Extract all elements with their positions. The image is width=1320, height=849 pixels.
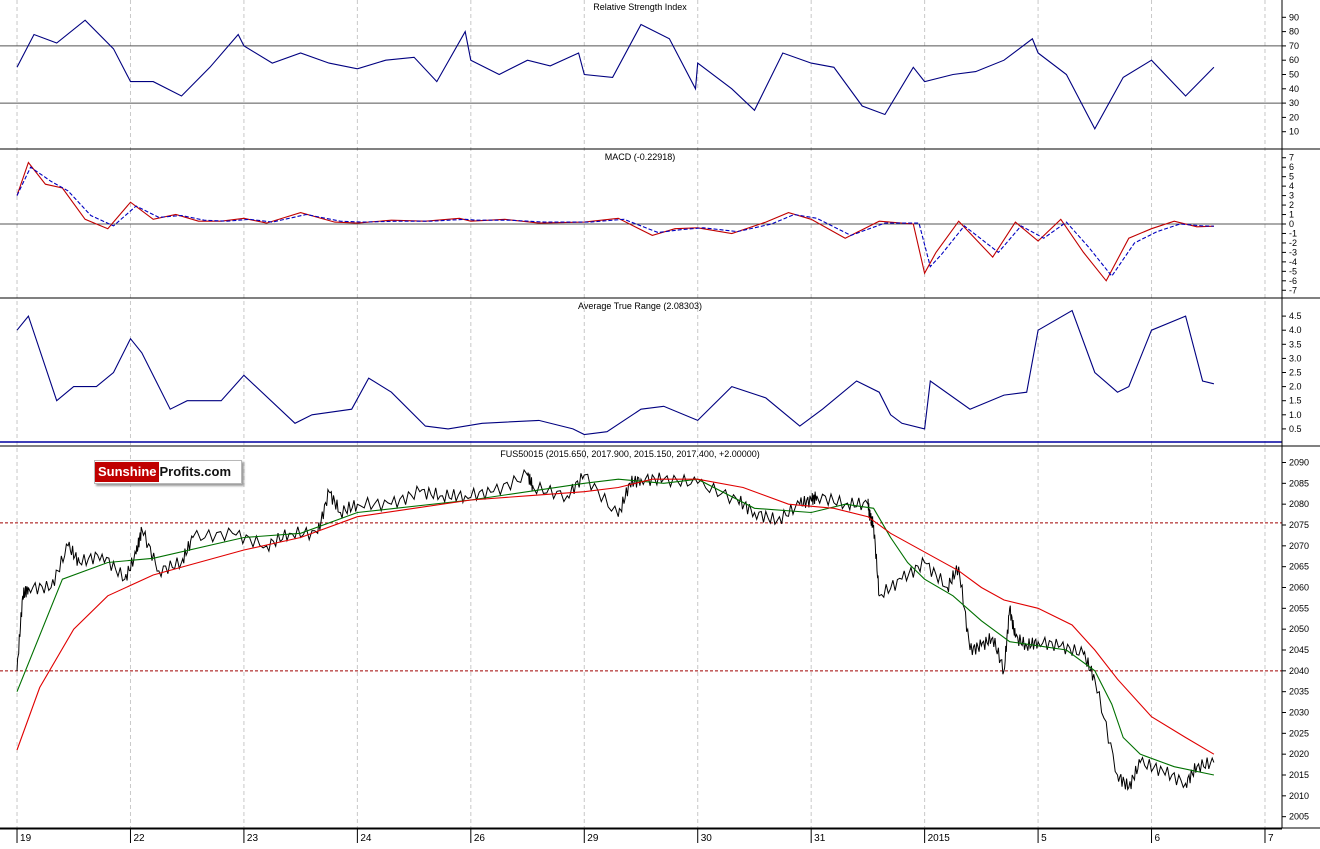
y-tick-label: 50: [1289, 70, 1299, 80]
y-tick-label: 3.0: [1289, 353, 1302, 363]
series-line-s0: [16, 309, 1215, 436]
pane-title: FUS50015 (2015.650, 2017.900, 2015.150, …: [500, 449, 759, 459]
series-line-short-average: [16, 478, 1215, 776]
y-tick-label: 2075: [1289, 520, 1309, 530]
series-line-long-average: [16, 478, 1215, 755]
chart-svg: 102030405060708090Relative Strength Inde…: [0, 0, 1320, 844]
x-tick-label: 22: [133, 833, 145, 844]
y-tick-label: 4.0: [1289, 325, 1302, 335]
y-tick-label: 60: [1289, 55, 1299, 65]
x-tick-label: 5: [1041, 833, 1047, 844]
pane-title: Average True Range (2.08303): [578, 301, 702, 311]
y-tick-label: 2090: [1289, 458, 1309, 468]
y-tick-label: 2040: [1289, 666, 1309, 676]
y-tick-label: 2085: [1289, 478, 1309, 488]
y-tick-label: 10: [1289, 127, 1299, 137]
series-line-price: [16, 468, 1215, 791]
series-line-s0: [16, 19, 1215, 130]
x-tick-label: 29: [587, 833, 599, 844]
x-tick-label: 2015: [928, 833, 951, 844]
y-tick-label: 2010: [1289, 791, 1309, 801]
y-tick-label: 20: [1289, 112, 1299, 122]
y-tick-label: 4.5: [1289, 311, 1302, 321]
y-tick-label: 2055: [1289, 603, 1309, 613]
y-tick-label: 2080: [1289, 499, 1309, 509]
y-tick-label: 2030: [1289, 708, 1309, 718]
y-tick-label: 2015: [1289, 770, 1309, 780]
y-tick-label: 2005: [1289, 812, 1309, 822]
y-tick-label: 80: [1289, 27, 1299, 37]
y-tick-label: 40: [1289, 84, 1299, 94]
y-tick-label: 2035: [1289, 687, 1309, 697]
y-tick-label: 2060: [1289, 583, 1309, 593]
y-tick-label: 3.5: [1289, 339, 1302, 349]
y-tick-label: 2065: [1289, 562, 1309, 572]
x-tick-label: 23: [247, 833, 259, 844]
y-tick-label: 2070: [1289, 541, 1309, 551]
pane-macd: 76543210-1-2-3-4-5-6-7MACD (-0.22918): [0, 152, 1320, 299]
y-tick-label: 1.0: [1289, 410, 1302, 420]
x-tick-label: 31: [814, 833, 826, 844]
y-tick-label: -7: [1289, 285, 1297, 295]
y-tick-label: 2.0: [1289, 382, 1302, 392]
y-tick-label: 2020: [1289, 749, 1309, 759]
series-line-s0: [16, 161, 1214, 282]
y-tick-label: 30: [1289, 98, 1299, 108]
y-tick-label: 90: [1289, 12, 1299, 22]
y-tick-label: 70: [1289, 41, 1299, 51]
y-tick-label: 2025: [1289, 728, 1309, 738]
series-line-s1: [16, 166, 1214, 278]
x-tick-label: 24: [360, 833, 372, 844]
x-tick-label: 30: [701, 833, 713, 844]
pane-price: 2005 2010 2015 2020 2025 2030 2035 2040 2045 2050…: [0, 449, 1320, 829]
x-tick-label: 26: [474, 833, 486, 844]
y-tick-label: 2050: [1289, 624, 1309, 634]
pane-title: Relative Strength Index: [593, 2, 687, 12]
y-tick-label: 2.5: [1289, 368, 1302, 378]
x-tick-label: 19: [20, 833, 32, 844]
x-tick-label: 6: [1155, 833, 1161, 844]
y-tick-label: 2045: [1289, 645, 1309, 655]
y-tick-label: 0.5: [1289, 424, 1302, 434]
chart-root: 10 20 30 40 50 60 70 80 90 Relative Strength Inde…: [0, 0, 1320, 844]
y-tick-label: 1.5: [1289, 396, 1302, 406]
pane-atr: 0.5 1.0 1.5 2.0 2.5 3.0 3.5 4.0 4.5 Average True …: [0, 301, 1320, 447]
logo-sunshine: Sunshine: [95, 462, 159, 482]
logo-profits: Profits.com: [159, 464, 232, 479]
sunshine-profits-logo: Sunshine Profits.com: [94, 460, 242, 484]
x-tick-label: 7: [1268, 833, 1274, 844]
pane-title: MACD (-0.22918): [605, 152, 676, 162]
pane-rsi: 10 20 30 40 50 60 70 80 90 Relative Strength Inde…: [0, 2, 1320, 150]
